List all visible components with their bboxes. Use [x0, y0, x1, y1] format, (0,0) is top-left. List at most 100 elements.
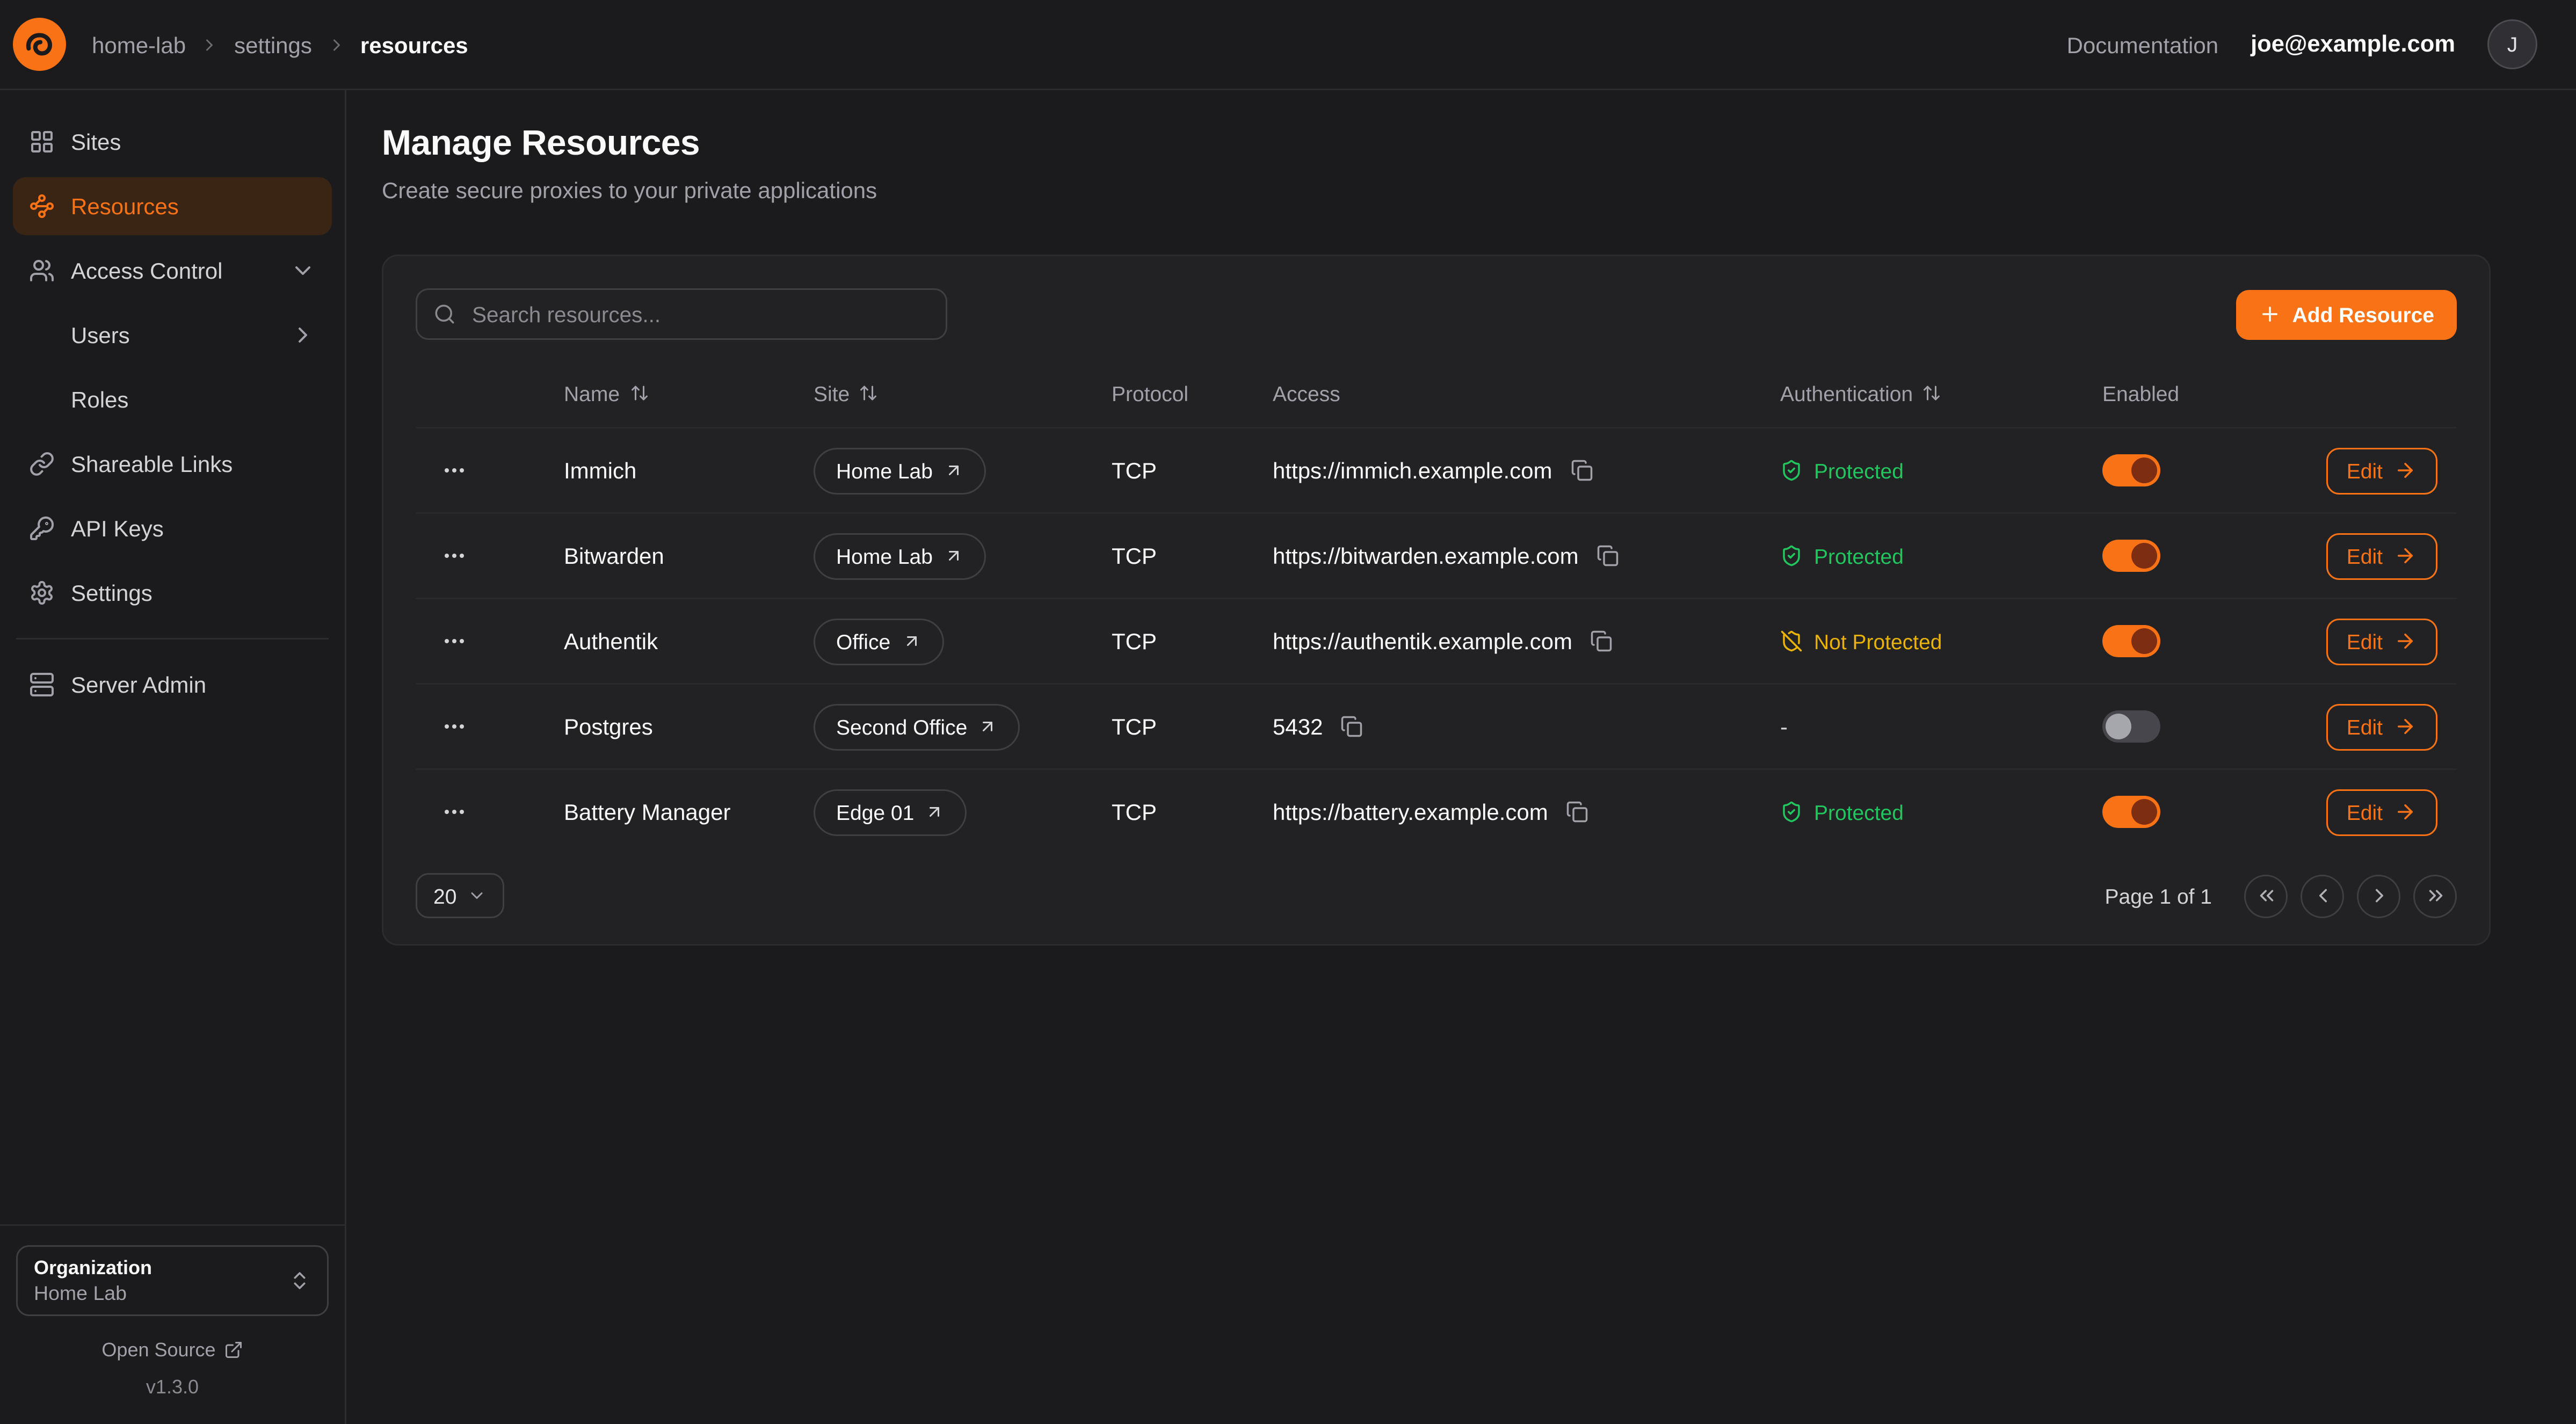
enabled-toggle[interactable] [2102, 454, 2160, 486]
site-link[interactable]: Edge 01 [814, 789, 967, 835]
ellipsis-icon [441, 457, 467, 483]
enabled-toggle[interactable] [2102, 796, 2160, 828]
resource-name: Battery Manager [545, 799, 794, 825]
chevron-right-icon [290, 322, 316, 348]
key-icon [29, 515, 55, 541]
header-name[interactable]: Name [545, 381, 794, 405]
page-indicator: Page 1 of 1 [2105, 884, 2212, 908]
users-icon [29, 258, 55, 284]
shield-off-icon [1780, 630, 1803, 652]
arrow-up-right-icon [902, 631, 921, 651]
header-access: Access [1253, 381, 1761, 405]
sidebar-item-sites[interactable]: Sites [13, 113, 332, 171]
breadcrumb-org[interactable]: home-lab [92, 32, 186, 57]
edit-button[interactable]: Edit [2326, 703, 2437, 750]
copy-button[interactable] [1567, 456, 1596, 485]
protocol: TCP [1092, 714, 1253, 739]
version-label: v1.3.0 [16, 1376, 329, 1398]
next-page-button[interactable] [2357, 874, 2400, 918]
gear-icon [29, 580, 55, 606]
copy-button[interactable] [1563, 797, 1592, 826]
breadcrumb: home-lab settings resources [92, 32, 468, 57]
edit-button[interactable]: Edit [2326, 533, 2437, 579]
header-site[interactable]: Site [794, 381, 1092, 405]
waypoints-icon [29, 193, 55, 219]
site-link[interactable]: Second Office [814, 703, 1020, 750]
row-menu-button[interactable] [435, 707, 474, 746]
arrow-up-right-icon [925, 802, 945, 822]
main-content: Manage Resources Create secure proxies t… [346, 90, 2576, 1424]
edit-button[interactable]: Edit [2326, 789, 2437, 835]
first-page-button[interactable] [2244, 874, 2288, 918]
sidebar-item-resources[interactable]: Resources [13, 177, 332, 235]
table-footer: 20 Page 1 of 1 [416, 873, 2457, 918]
sidebar-footer: Organization Home Lab Open Source v1.3.0 [0, 1224, 345, 1424]
ellipsis-icon [441, 799, 467, 825]
resource-name: Bitwarden [545, 543, 794, 569]
access-url: 5432 [1273, 714, 1323, 739]
access-url: https://battery.example.com [1273, 799, 1548, 825]
sidebar-item-settings[interactable]: Settings [13, 564, 332, 622]
ellipsis-icon [441, 628, 467, 654]
copy-button[interactable] [1593, 541, 1622, 570]
site-link[interactable]: Home Lab [814, 447, 986, 494]
search-icon [433, 303, 456, 325]
table-row: Bitwarden Home Lab TCP https://bitwarden… [416, 512, 2457, 598]
shield-check-icon [1780, 544, 1803, 567]
sidebar-item-api-keys[interactable]: API Keys [13, 499, 332, 557]
protocol: TCP [1092, 799, 1253, 825]
auth-status: Protected [1780, 544, 1904, 568]
organization-selector[interactable]: Organization Home Lab [16, 1245, 329, 1316]
edit-button[interactable]: Edit [2326, 447, 2437, 494]
resource-name: Postgres [545, 714, 794, 739]
row-menu-button[interactable] [435, 622, 474, 660]
sort-icon [859, 383, 879, 403]
copy-icon [1566, 801, 1588, 823]
app-logo-icon[interactable] [13, 18, 66, 71]
documentation-link[interactable]: Documentation [2067, 32, 2219, 57]
table-header: Name Site Protocol Access Authenticati [416, 359, 2457, 427]
chevron-down-icon [290, 258, 316, 284]
link-icon [29, 451, 55, 477]
copy-icon [1590, 630, 1613, 652]
sidebar-item-label: Users [71, 322, 130, 348]
page-size-select[interactable]: 20 [416, 873, 505, 918]
row-menu-button[interactable] [435, 793, 474, 831]
copy-icon [1570, 459, 1593, 482]
access-url: https://bitwarden.example.com [1273, 543, 1579, 569]
last-page-button[interactable] [2413, 874, 2457, 918]
resource-name: Immich [545, 457, 794, 483]
row-menu-button[interactable] [435, 451, 474, 490]
edit-button[interactable]: Edit [2326, 618, 2437, 665]
site-link[interactable]: Office [814, 618, 944, 665]
ellipsis-icon [441, 714, 467, 739]
enabled-toggle[interactable] [2102, 540, 2160, 572]
search-input[interactable] [469, 301, 930, 328]
organization-value: Home Lab [34, 1282, 152, 1305]
shield-check-icon [1780, 459, 1803, 482]
open-source-link[interactable]: Open Source [16, 1339, 329, 1361]
auth-status: Protected [1780, 459, 1904, 483]
enabled-toggle[interactable] [2102, 710, 2160, 743]
breadcrumb-settings[interactable]: settings [234, 32, 312, 57]
sidebar-item-roles[interactable]: Roles [13, 370, 332, 428]
table-row: Postgres Second Office TCP 5432 - Edit [416, 683, 2457, 768]
sidebar-item-server-admin[interactable]: Server Admin [13, 656, 332, 714]
user-email[interactable]: joe@example.com [2251, 32, 2455, 57]
sidebar-item-access-control[interactable]: Access Control [13, 242, 332, 300]
chevrons-up-down-icon [288, 1269, 311, 1292]
copy-button[interactable] [1587, 627, 1616, 656]
avatar[interactable]: J [2487, 19, 2537, 69]
sidebar-item-label: API Keys [71, 515, 164, 541]
header-enabled: Enabled [2083, 381, 2284, 405]
row-menu-button[interactable] [435, 536, 474, 575]
previous-page-button[interactable] [2301, 874, 2344, 918]
copy-button[interactable] [1337, 712, 1366, 741]
header-authentication[interactable]: Authentication [1761, 381, 2083, 405]
enabled-toggle[interactable] [2102, 625, 2160, 657]
add-resource-button[interactable]: Add Resource [2236, 289, 2457, 339]
toggle-knob [2131, 628, 2157, 654]
sidebar-item-shareable-links[interactable]: Shareable Links [13, 435, 332, 493]
site-link[interactable]: Home Lab [814, 533, 986, 579]
sidebar-item-users[interactable]: Users [13, 306, 332, 364]
